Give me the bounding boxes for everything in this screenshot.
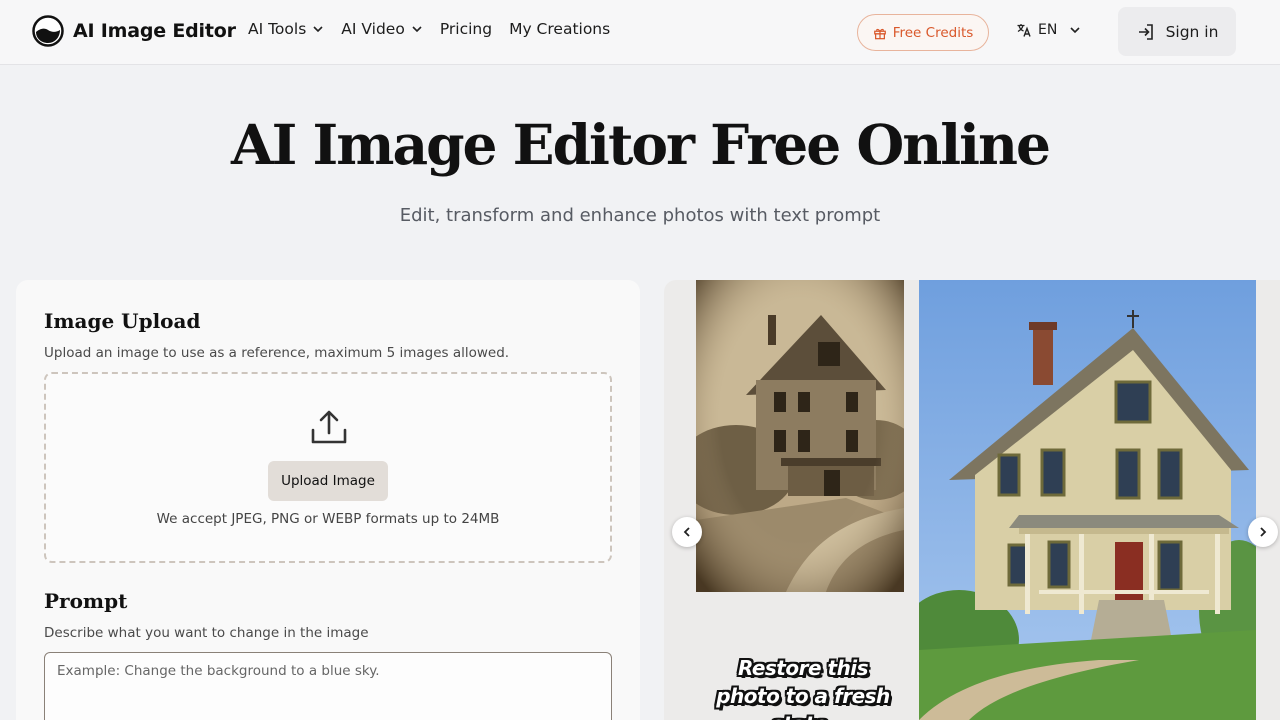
brand-logo[interactable]: AI Image Editor [32, 15, 236, 47]
nav-ai-tools[interactable]: AI Tools [248, 20, 324, 38]
example-showcase: Restore this photo to a fresh state. [664, 280, 1280, 720]
prompt-input[interactable] [44, 652, 612, 720]
prompt-heading: Prompt [44, 589, 128, 613]
nav-pricing-label: Pricing [439, 20, 493, 38]
chevron-left-icon [683, 527, 690, 537]
nav-ai-video-label: AI Video [341, 20, 405, 38]
free-credits-button[interactable]: Free Credits [857, 14, 989, 51]
chevron-right-icon [1260, 527, 1267, 537]
language-label: EN [1038, 22, 1058, 38]
after-photo [919, 280, 1256, 720]
showcase-caption: Restore this photo to a fresh state. [716, 656, 890, 720]
gift-icon [873, 28, 886, 39]
carousel-next-button[interactable] [1248, 517, 1278, 547]
top-header: AI Image Editor AI Tools AI Video Pricin… [0, 0, 1280, 65]
login-icon [1138, 23, 1153, 40]
free-credits-label: Free Credits [892, 24, 974, 41]
page-subtitle: Edit, transform and enhance photos with … [399, 205, 881, 226]
nav-my-creations-label: My Creations [509, 20, 611, 38]
upload-icon [311, 410, 347, 444]
before-photo [696, 280, 904, 592]
nav-ai-video[interactable]: AI Video [341, 20, 423, 38]
upload-format-hint: We accept JPEG, PNG or WEBP formats up t… [156, 511, 500, 527]
upload-image-button[interactable]: Upload Image [268, 461, 388, 501]
chevron-down-icon [1070, 27, 1080, 34]
image-upload-description: Upload an image to use as a reference, m… [44, 345, 510, 361]
prompt-description: Describe what you want to change in the … [44, 625, 369, 641]
carousel-prev-button[interactable] [672, 517, 702, 547]
sign-in-button[interactable]: Sign in [1118, 7, 1236, 56]
nav-my-creations[interactable]: My Creations [509, 20, 610, 38]
main-nav: AI Tools AI Video Pricing My Creations [248, 20, 627, 38]
logo-icon [32, 15, 64, 47]
chevron-down-icon [412, 26, 422, 33]
language-selector[interactable]: EN [1016, 22, 1081, 38]
chevron-down-icon [313, 26, 323, 33]
translate-icon [1017, 24, 1031, 37]
nav-pricing[interactable]: Pricing [440, 20, 492, 38]
page-title: AI Image Editor Free Online [230, 112, 1051, 177]
image-upload-heading: Image Upload [44, 309, 201, 333]
nav-ai-tools-label: AI Tools [248, 20, 307, 38]
upload-dropzone[interactable]: Upload Image We accept JPEG, PNG or WEBP… [44, 372, 612, 563]
sign-in-label: Sign in [1165, 22, 1219, 41]
brand-name: AI Image Editor [73, 20, 236, 42]
editor-card: Image Upload Upload an image to use as a… [16, 280, 640, 720]
